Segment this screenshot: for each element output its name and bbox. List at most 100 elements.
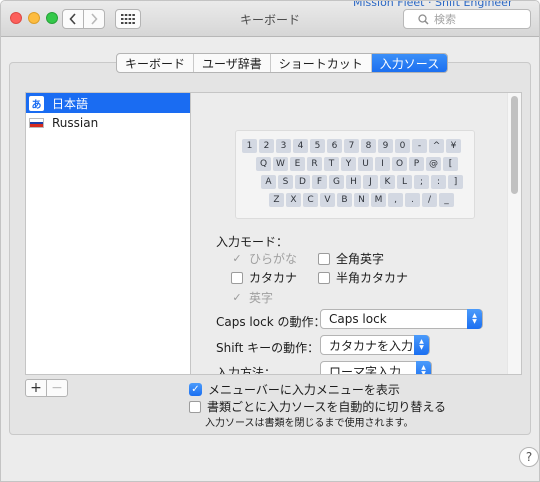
keyboard-key: 3 bbox=[276, 139, 291, 153]
keyboard-key: C bbox=[303, 193, 318, 207]
keyboard-key: E bbox=[290, 157, 305, 171]
keyboard-key: M bbox=[371, 193, 386, 207]
tab-keyboard[interactable]: キーボード bbox=[117, 54, 195, 72]
mode-katakana-checkbox[interactable]: カタカナ bbox=[231, 269, 297, 286]
keyboard-key: . bbox=[405, 193, 420, 207]
scrollbar-thumb[interactable] bbox=[511, 96, 518, 194]
mode-hiragana-label: ひらがな bbox=[249, 252, 298, 266]
keyboard-key: ; bbox=[414, 175, 429, 189]
input-mode-label: 入力モード： bbox=[216, 235, 289, 249]
keyboard-preferences-window: Mission Fleet · Shift Engineer キーボード 検索 bbox=[0, 0, 540, 482]
keyboard-key: 8 bbox=[361, 139, 376, 153]
help-button[interactable]: ? bbox=[519, 447, 539, 467]
keyboard-key: D bbox=[295, 175, 310, 189]
show-input-menu-checkbox[interactable]: ✓ メニューバーに入力メニューを表示 bbox=[189, 381, 400, 398]
keyboard-row: Q W E R T Y U I O P @[ bbox=[256, 157, 460, 171]
tab-shortcuts[interactable]: ショートカット bbox=[271, 54, 372, 72]
auto-switch-checkbox[interactable]: 書類ごとに入力ソースを自動的に切り替える bbox=[189, 398, 446, 415]
keyboard-key: - bbox=[412, 139, 427, 153]
checkbox-box bbox=[231, 271, 243, 284]
mode-hiragana-checkbox[interactable]: ✓ ひらがな bbox=[231, 250, 297, 267]
caps-lock-value: Caps lock bbox=[329, 312, 387, 326]
keyboard-key: ^ bbox=[429, 139, 444, 153]
keyboard-key: V bbox=[320, 193, 335, 207]
caps-lock-popup[interactable]: Caps lock ▲ ▼ bbox=[320, 309, 483, 329]
shift-key-value: カタカナを入力 bbox=[329, 338, 414, 353]
keyboard-key: H bbox=[346, 175, 361, 189]
input-source-list: あ 日本語 Russian bbox=[25, 92, 191, 375]
checkmark-icon: ✓ bbox=[189, 383, 202, 396]
checkbox-box bbox=[318, 252, 330, 265]
auto-switch-label: 書類ごとに入力ソースを自動的に切り替える bbox=[207, 400, 447, 414]
keyboard-key: P bbox=[409, 157, 424, 171]
input-method-value: ローマ字入力 bbox=[329, 364, 402, 375]
keyboard-key: S bbox=[278, 175, 293, 189]
remove-source-button[interactable]: − bbox=[46, 379, 68, 397]
source-item-russian[interactable]: Russian bbox=[26, 113, 190, 133]
keyboard-key: B bbox=[337, 193, 352, 207]
scrollbar[interactable] bbox=[507, 93, 521, 374]
search-placeholder: 検索 bbox=[434, 13, 456, 26]
mode-fullwidth-roman-checkbox[interactable]: 全角英字 bbox=[318, 250, 384, 267]
title-bar: Mission Fleet · Shift Engineer キーボード 検索 bbox=[1, 1, 539, 37]
keyboard-key: R bbox=[307, 157, 322, 171]
source-settings-pane: 1 2 3 4 5 6 7 8 9 0- ^ ¥ Q W E R T Y U I O P @[ A S D F G H J K L;:] … bbox=[191, 92, 522, 375]
keyboard-key: 2 bbox=[259, 139, 274, 153]
keyboard-key: F bbox=[312, 175, 327, 189]
keyboard-key: 9 bbox=[378, 139, 393, 153]
shift-key-popup[interactable]: カタカナを入力 ▲ ▼ bbox=[320, 335, 430, 355]
keyboard-key: I bbox=[375, 157, 390, 171]
keyboard-key: , bbox=[388, 193, 403, 207]
source-label: Russian bbox=[52, 116, 99, 130]
keyboard-key: X bbox=[286, 193, 301, 207]
keyboard-key: Z bbox=[269, 193, 284, 207]
checkbox-box bbox=[318, 271, 330, 284]
tab-bar: キーボード ユーザ辞書 ショートカット 入力ソース bbox=[116, 53, 449, 73]
background-link[interactable]: Mission Fleet · Shift Engineer bbox=[353, 1, 512, 9]
checkmark-icon: ✓ bbox=[232, 291, 242, 304]
checkmark-icon: ✓ bbox=[232, 252, 242, 265]
mode-halfwidth-katakana-label: 半角カタカナ bbox=[336, 271, 409, 285]
keyboard-key: A bbox=[261, 175, 276, 189]
input-method-popup[interactable]: ローマ字入力 ▲ ▼ bbox=[320, 361, 432, 375]
mode-fullwidth-roman-label: 全角英字 bbox=[336, 252, 385, 266]
auto-switch-note: 入力ソースは書類を閉じるまで使用されます。 bbox=[205, 418, 414, 429]
keyboard-key: _ bbox=[439, 193, 454, 207]
keyboard-key: U bbox=[358, 157, 373, 171]
tab-input-sources[interactable]: 入力ソース bbox=[371, 54, 448, 72]
mode-halfwidth-katakana-checkbox[interactable]: 半角カタカナ bbox=[318, 269, 408, 286]
tab-user-dictionary[interactable]: ユーザ辞書 bbox=[194, 54, 271, 72]
keyboard-key: 1 bbox=[242, 139, 257, 153]
source-item-japanese[interactable]: あ 日本語 bbox=[26, 93, 190, 113]
keyboard-key: K bbox=[380, 175, 395, 189]
keyboard-key: / bbox=[422, 193, 437, 207]
keyboard-key: T bbox=[324, 157, 339, 171]
source-label: 日本語 bbox=[52, 96, 89, 111]
search-field[interactable]: 検索 bbox=[403, 9, 531, 29]
keyboard-key: Y bbox=[341, 157, 356, 171]
caps-lock-label: Caps lock の動作： bbox=[216, 315, 326, 329]
keyboard-key: L bbox=[397, 175, 412, 189]
input-method-label: 入力方法： bbox=[216, 366, 277, 375]
keyboard-key: : bbox=[431, 175, 446, 189]
search-icon bbox=[418, 14, 429, 25]
keyboard-layout-preview: 1 2 3 4 5 6 7 8 9 0- ^ ¥ Q W E R T Y U I O P @[ A S D F G H J K L;:] … bbox=[235, 130, 475, 219]
popup-arrows-icon: ▲ ▼ bbox=[416, 361, 431, 374]
keyboard-key: 6 bbox=[327, 139, 342, 153]
japanese-input-icon: あ bbox=[29, 95, 44, 111]
keyboard-key: 0 bbox=[395, 139, 410, 153]
shift-key-label: Shift キーの動作： bbox=[216, 341, 320, 355]
show-input-menu-label: メニューバーに入力メニューを表示 bbox=[208, 383, 400, 397]
keyboard-row: Z X C V B N M,. / _ bbox=[269, 193, 456, 207]
add-source-button[interactable]: + bbox=[25, 379, 47, 397]
keyboard-row: A S D F G H J K L;:] bbox=[261, 175, 465, 189]
keyboard-key: ¥ bbox=[446, 139, 461, 153]
keyboard-key: J bbox=[363, 175, 378, 189]
keyboard-key: W bbox=[273, 157, 288, 171]
mode-romaji-checkbox[interactable]: ✓ 英字 bbox=[231, 289, 273, 306]
keyboard-row: 1 2 3 4 5 6 7 8 9 0- ^ ¥ bbox=[242, 139, 463, 153]
keyboard-key: [ bbox=[443, 157, 458, 171]
keyboard-key: Q bbox=[256, 157, 271, 171]
keyboard-key: G bbox=[329, 175, 344, 189]
keyboard-key: 5 bbox=[310, 139, 325, 153]
